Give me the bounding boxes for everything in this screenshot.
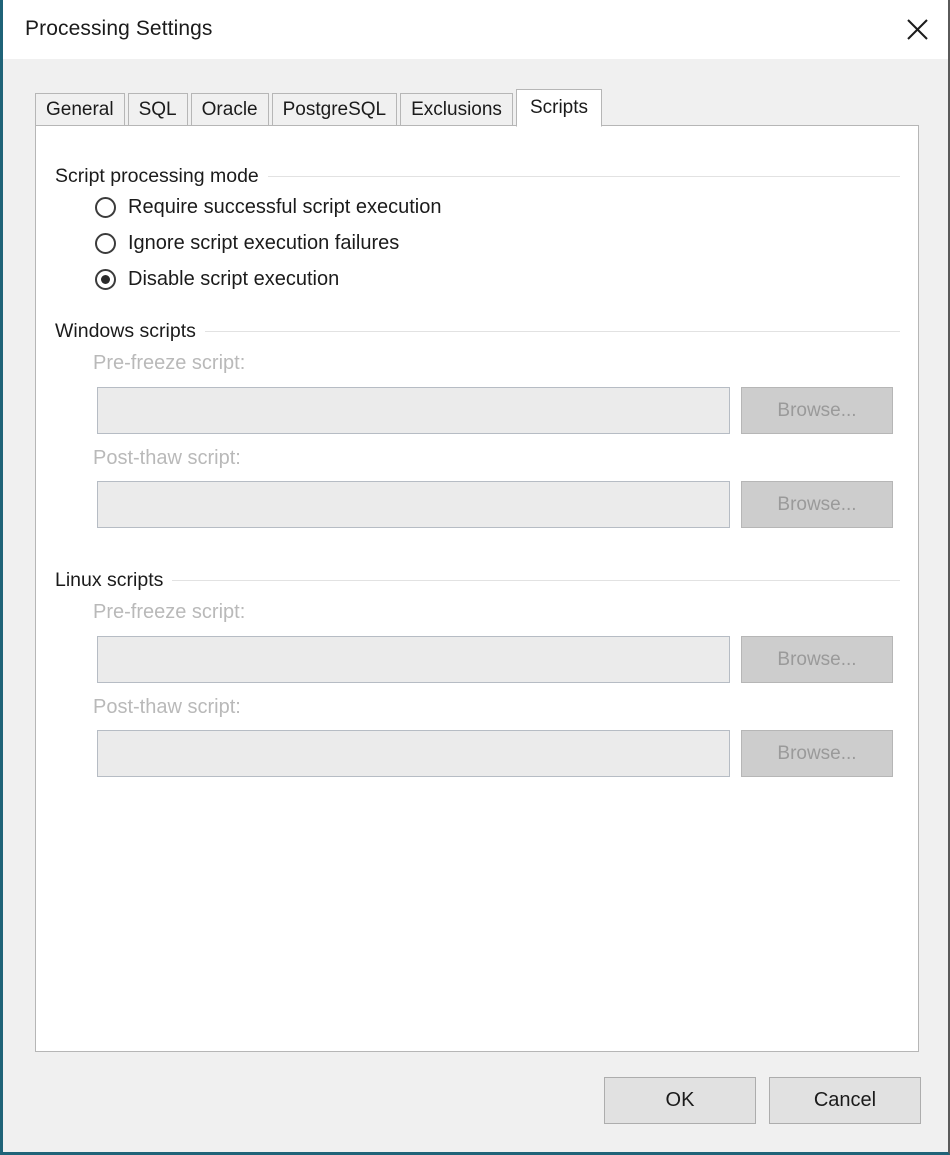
- group-rule: [204, 331, 900, 332]
- tab-oracle[interactable]: Oracle: [190, 93, 269, 126]
- group-header-linux-scripts: Linux scripts: [55, 569, 900, 592]
- title-bar: Processing Settings: [3, 0, 948, 60]
- radio-ignore-script-execution-failures[interactable]: Ignore script execution failures: [95, 232, 399, 255]
- group-rule: [172, 580, 900, 581]
- tab-postgresql-label: PostgreSQL: [282, 98, 387, 120]
- group-title-script-processing-mode: Script processing mode: [55, 165, 259, 187]
- tab-scripts[interactable]: Scripts: [515, 89, 603, 127]
- linux-post-thaw-browse-button[interactable]: Browse...: [741, 730, 893, 777]
- radio-disable-script-execution[interactable]: Disable script execution: [95, 268, 339, 291]
- windows-post-thaw-browse-button[interactable]: Browse...: [741, 481, 893, 528]
- tab-postgresql[interactable]: PostgreSQL: [271, 93, 398, 126]
- tab-scripts-label: Scripts: [529, 97, 589, 118]
- tab-oracle-label: Oracle: [201, 98, 258, 120]
- tab-sql[interactable]: SQL: [127, 93, 188, 126]
- linux-pre-freeze-input[interactable]: [97, 636, 730, 683]
- tab-exclusions[interactable]: Exclusions: [400, 93, 513, 126]
- scripts-tab-panel: Script processing mode Require successfu…: [35, 125, 919, 1052]
- group-header-windows-scripts: Windows scripts: [55, 320, 900, 343]
- tab-general-label: General: [46, 98, 114, 120]
- radio-label: Disable script execution: [128, 268, 340, 290]
- windows-post-thaw-label: Post-thaw script:: [93, 447, 241, 469]
- linux-pre-freeze-label: Pre-freeze script:: [93, 601, 246, 623]
- group-header-script-processing-mode: Script processing mode: [55, 165, 900, 188]
- close-icon: [905, 17, 930, 42]
- tab-exclusions-label: Exclusions: [411, 98, 502, 120]
- processing-settings-dialog: Processing Settings General SQL Oracle P…: [0, 0, 950, 1155]
- windows-pre-freeze-input[interactable]: [97, 387, 730, 434]
- browse-button-label: Browse...: [777, 493, 857, 515]
- linux-pre-freeze-browse-button[interactable]: Browse...: [741, 636, 893, 683]
- radio-mark: [95, 233, 116, 254]
- window-title: Processing Settings: [25, 17, 213, 40]
- group-rule: [267, 176, 900, 177]
- radio-mark: [95, 197, 116, 218]
- browse-button-label: Browse...: [777, 742, 857, 764]
- radio-mark: [95, 269, 116, 290]
- browse-button-label: Browse...: [777, 648, 857, 670]
- radio-label: Require successful script execution: [128, 196, 442, 218]
- windows-pre-freeze-label: Pre-freeze script:: [93, 352, 246, 374]
- group-title-linux-scripts: Linux scripts: [55, 569, 164, 591]
- tab-sql-label: SQL: [138, 98, 177, 120]
- group-title-windows-scripts: Windows scripts: [55, 320, 196, 342]
- cancel-button-label: Cancel: [813, 1089, 877, 1111]
- ok-button-label: OK: [665, 1089, 695, 1111]
- linux-post-thaw-label: Post-thaw script:: [93, 696, 241, 718]
- ok-button[interactable]: OK: [604, 1077, 756, 1124]
- radio-require-successful-script-execution[interactable]: Require successful script execution: [95, 196, 441, 219]
- tab-strip: General SQL Oracle PostgreSQL Exclusions…: [35, 89, 605, 127]
- tab-general[interactable]: General: [35, 93, 125, 126]
- radio-label: Ignore script execution failures: [128, 232, 400, 254]
- linux-post-thaw-input[interactable]: [97, 730, 730, 777]
- windows-post-thaw-input[interactable]: [97, 481, 730, 528]
- browse-button-label: Browse...: [777, 399, 857, 421]
- cancel-button[interactable]: Cancel: [769, 1077, 921, 1124]
- close-button[interactable]: [886, 0, 948, 58]
- windows-pre-freeze-browse-button[interactable]: Browse...: [741, 387, 893, 434]
- dialog-body: General SQL Oracle PostgreSQL Exclusions…: [3, 59, 948, 1152]
